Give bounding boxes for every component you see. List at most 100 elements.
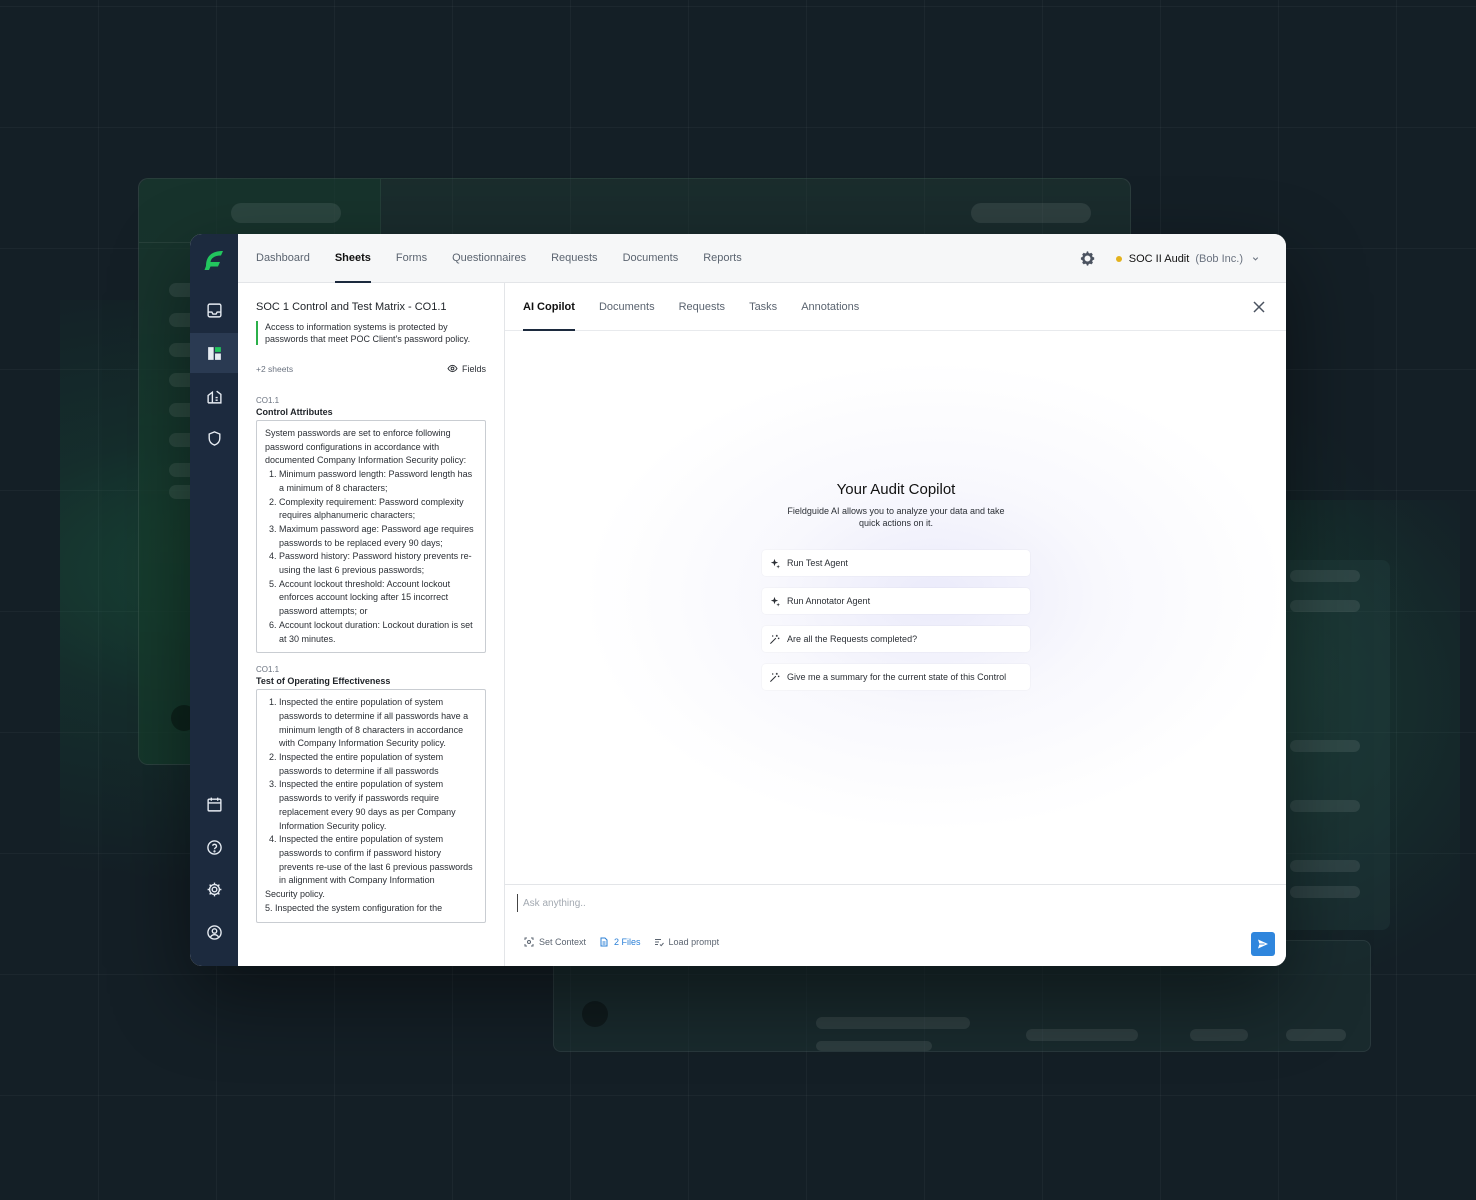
list-item: Inspected the entire population of syste… [279,778,477,833]
copilot-area: Your Audit Copilot Fieldguide AI allows … [505,331,1286,884]
rail-calendar-button[interactable] [190,784,238,824]
rail-profile-button[interactable] [190,912,238,952]
sheets-icon [207,346,221,360]
files-button[interactable]: 2 Files [599,937,641,947]
nav-documents[interactable]: Documents [623,234,679,283]
list-item: Password history: Password history preve… [279,550,477,577]
nav-requests[interactable]: Requests [551,234,597,283]
control-description: Access to information systems is protect… [256,321,486,345]
rail-sheets-button[interactable] [190,333,238,373]
ghost-pill [1286,1029,1346,1041]
control-attributes-field[interactable]: System passwords are set to enforce foll… [256,420,486,654]
load-prompt-button[interactable]: Load prompt [654,937,719,947]
send-icon [1258,939,1268,949]
attributes-list: Minimum password length: Password length… [265,468,477,646]
set-context-button[interactable]: Set Context [524,937,586,947]
tab-annotations[interactable]: Annotations [801,283,859,331]
test-effectiveness-field[interactable]: Inspected the entire population of syste… [256,689,486,923]
chat-input[interactable] [517,894,1217,912]
ghost-pill [231,203,341,223]
field-intro: System passwords are set to enforce foll… [265,428,467,466]
files-label: 2 Files [614,937,641,947]
magic-wand-icon [770,634,780,644]
chat-composer: Set Context 2 Files Load prompt [505,884,1286,966]
top-navigation: Dashboard Sheets Forms Questionnaires Re… [238,234,1286,283]
calendar-icon [206,797,222,812]
control-details-panel: SOC 1 Control and Test Matrix - CO1.1 Ac… [238,283,505,966]
section-label: Test of Operating Effectiveness [256,676,391,687]
suggestion-control-summary[interactable]: Give me a summary for the current state … [762,664,1030,690]
tab-ai-copilot[interactable]: AI Copilot [523,283,575,331]
list-check-icon [654,939,664,947]
inbox-icon [206,302,222,318]
rail-settings-button[interactable] [190,869,238,909]
close-icon[interactable] [1252,300,1266,314]
copilot-panel: AI Copilot Documents Requests Tasks Anno… [505,283,1286,966]
nav-forms[interactable]: Forms [396,234,427,283]
tab-requests[interactable]: Requests [679,283,725,331]
list-item: Maximum password age: Password age requi… [279,523,477,550]
rail-organization-button[interactable] [190,376,238,416]
audit-status-dot [1115,255,1122,262]
suggestion-label: Run Test Agent [787,558,848,568]
magic-wand-icon [770,672,780,682]
tab-tasks[interactable]: Tasks [749,283,777,331]
list-item: Inspected the entire population of syste… [279,751,477,778]
composer-tools: Set Context 2 Files Load prompt [524,937,732,947]
sheet-title: SOC 1 Control and Test Matrix - CO1.1 [256,301,447,313]
audit-selector[interactable]: SOC II Audit (Bob Inc.) [1115,234,1260,283]
suggestion-label: Run Annotator Agent [787,596,871,606]
shield-icon [207,430,221,446]
settings-icon [207,882,221,896]
list-item: Minimum password length: Password length… [279,468,477,495]
nav-reports[interactable]: Reports [703,234,742,283]
ghost-pill [1026,1029,1138,1041]
section-code: CO1.1 [256,665,280,675]
ghost-circle [582,1001,608,1027]
app-window: Dashboard Sheets Forms Questionnaires Re… [190,234,1286,966]
suggestion-label: Are all the Requests completed? [787,634,918,644]
section-code: CO1.1 [256,396,280,405]
chevron-down-icon [1252,257,1259,261]
list-item: Account lockout duration: Lockout durati… [279,619,477,646]
audit-org: (Bob Inc.) [1195,252,1243,265]
set-context-label: Set Context [539,937,587,947]
nav-dashboard[interactable]: Dashboard [256,234,310,283]
tests-list: Inspected the entire population of syste… [265,696,477,888]
fields-label: Fields [461,363,486,374]
help-icon [206,839,222,855]
fieldguide-logo[interactable] [200,246,228,274]
sheets-count[interactable]: +2 sheets [256,364,293,374]
user-icon [206,924,222,940]
suggestion-label: Give me a summary for the current state … [787,672,1007,682]
content-area: SOC 1 Control and Test Matrix - CO1.1 Ac… [238,283,1286,966]
ghost-pill [1290,740,1360,752]
tab-documents[interactable]: Documents [599,283,655,331]
rail-inbox-button[interactable] [190,290,238,330]
main-area: Dashboard Sheets Forms Questionnaires Re… [238,234,1286,966]
list-item: Inspected the entire population of syste… [279,833,477,888]
field-tail: 5. Inspected the system configuration fo… [265,902,443,913]
suggestion-requests-completed[interactable]: Are all the Requests completed? [762,626,1030,652]
list-item: Complexity requirement: Password complex… [279,496,477,523]
sparkles-icon [770,558,780,569]
sparkles-icon [770,596,780,607]
suggestion-run-test-agent[interactable]: Run Test Agent [762,550,1030,576]
nav-sheets[interactable]: Sheets [334,234,371,283]
rail-security-button[interactable] [190,418,238,458]
gear-icon[interactable] [1079,250,1096,267]
nav-questionnaires[interactable]: Questionnaires [452,234,526,283]
ghost-pill [1290,800,1360,812]
nav-rail [190,234,238,966]
suggestion-run-annotator-agent[interactable]: Run Annotator Agent [762,588,1030,614]
fields-button[interactable]: Fields [447,363,486,374]
copilot-welcome: Your Audit Copilot Fieldguide AI allows … [762,481,1030,702]
send-button[interactable] [1251,932,1275,956]
ghost-pill [971,203,1091,223]
organization-icon [206,390,222,404]
audit-name: SOC II Audit [1128,252,1190,265]
ghost-pill [1290,886,1360,898]
copilot-subtitle: Fieldguide AI allows you to analyze your… [787,506,1005,528]
eye-icon [447,364,458,373]
rail-help-button[interactable] [190,827,238,867]
